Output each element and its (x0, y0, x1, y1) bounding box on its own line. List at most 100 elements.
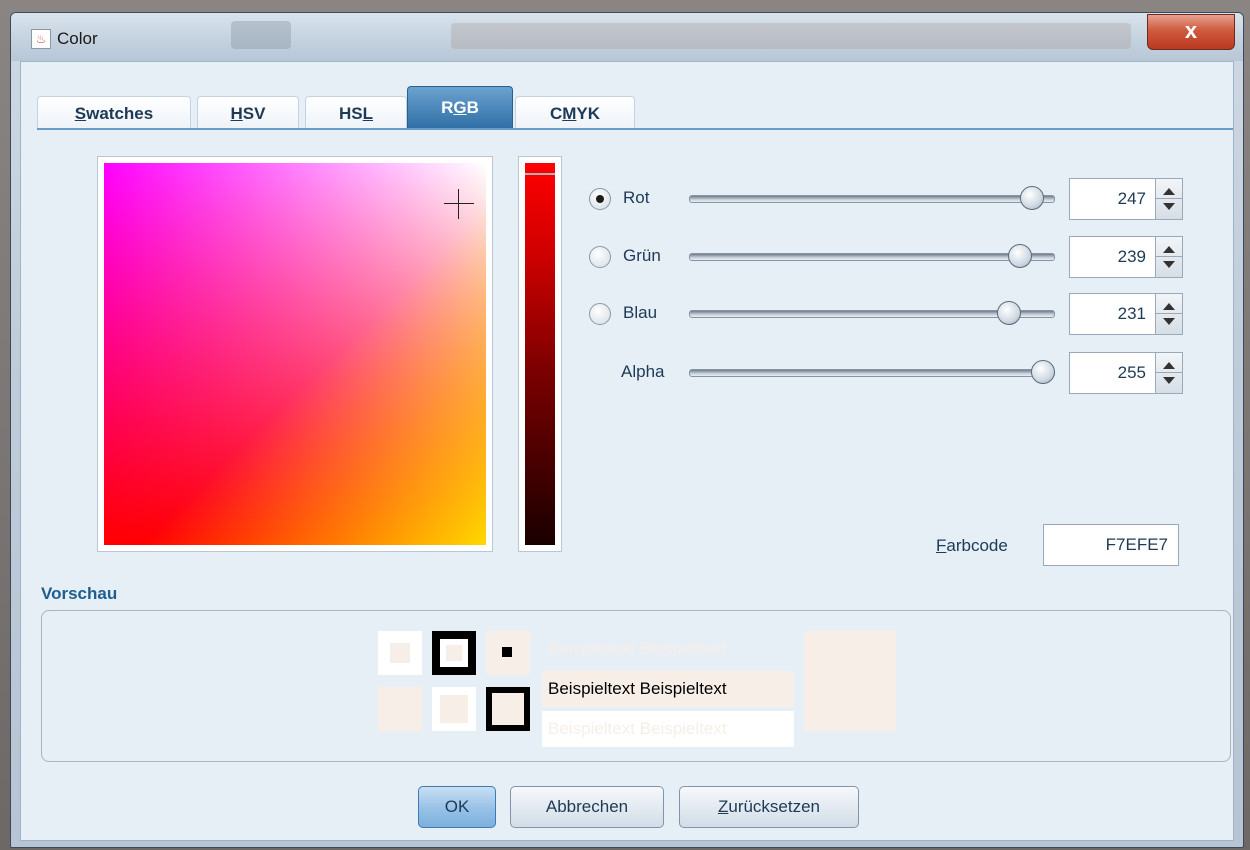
channel-bar-marker[interactable] (525, 173, 555, 175)
arrow-up-icon[interactable] (1163, 303, 1175, 310)
arrow-up-icon[interactable] (1163, 362, 1175, 369)
preview-title: Vorschau (41, 584, 118, 603)
preview-swatch (486, 631, 530, 675)
color-square-frame (97, 156, 493, 552)
tab-mnemonic: H (230, 104, 243, 123)
arrow-up-icon[interactable] (1163, 188, 1175, 195)
java-icon: ♨ (31, 29, 51, 49)
tab-hsv[interactable]: HSV (197, 96, 299, 129)
arrow-down-icon[interactable] (1163, 318, 1175, 325)
tab-mnemonic: L (362, 104, 373, 123)
channel-label: Grün (623, 246, 661, 265)
tab-label: HSV (230, 104, 266, 123)
tab-swatches[interactable]: Swatches (37, 96, 191, 129)
channel-spinner[interactable]: 231 (1069, 293, 1183, 335)
channel-value: 231 (1117, 304, 1146, 323)
channel-row-grün: Grün 239 (589, 236, 1189, 278)
tab-mnemonic: S (74, 104, 87, 123)
preview-swatch-ring (440, 639, 468, 667)
square-gradient-yellow (104, 163, 486, 545)
preview-swatch-dot (502, 647, 512, 657)
ok-button[interactable]: OK (418, 786, 496, 828)
color-dialog: ♨ Color x Swatches HSV HSL RGB CMYK Rot 2 (10, 12, 1244, 848)
arrow-down-icon[interactable] (1163, 377, 1175, 384)
preview-swatch-inner (440, 695, 468, 723)
tab-label: HSL (338, 104, 373, 123)
channel-label: Blau (623, 303, 658, 322)
channel-value: 239 (1117, 247, 1146, 266)
preview-swatch (432, 631, 476, 675)
arrow-down-icon[interactable] (1163, 261, 1175, 268)
channel-slider-knob[interactable] (1031, 360, 1055, 384)
tab-label: RGB (441, 98, 479, 117)
farbcode-field[interactable]: F7EFE7 (1043, 524, 1179, 566)
reset-mnemonic: Z (717, 797, 729, 816)
preview-text-sample: Beispieltext Beispieltext (542, 671, 794, 707)
channel-row-rot: Rot 247 (589, 178, 1189, 220)
channel-value: 255 (1117, 363, 1146, 382)
channel-spinner[interactable]: 239 (1069, 236, 1183, 278)
spinner-buttons[interactable] (1155, 353, 1182, 393)
preview-color-swatch (804, 631, 896, 731)
background-blur (231, 21, 291, 49)
preview-swatch (378, 687, 422, 731)
channel-slider-knob[interactable] (1008, 244, 1033, 268)
channel-spinner[interactable]: 247 (1069, 178, 1183, 220)
tab-divider (37, 128, 1233, 130)
farbcode-value: F7EFE7 (1105, 535, 1168, 554)
channel-value: 247 (1117, 189, 1146, 208)
crosshair-icon[interactable] (444, 189, 474, 219)
channel-slider-track[interactable] (689, 253, 1055, 261)
reset-button[interactable]: Zurücksetzen (679, 786, 859, 828)
channel-slider-track[interactable] (689, 195, 1055, 203)
tab-label: Swatches (74, 104, 154, 123)
title-bar[interactable]: ♨ Color x (11, 13, 1243, 61)
spinner-divider (1156, 313, 1182, 314)
close-button[interactable]: x (1147, 14, 1235, 50)
channel-row-alpha: Alpha 255 (589, 352, 1189, 394)
tab-cmyk[interactable]: CMYK (515, 96, 635, 129)
preview-text-sample: Beispieltext Beispieltext (542, 711, 794, 747)
channel-label: Rot (623, 188, 650, 207)
preview-swatch-inner (390, 643, 410, 663)
spinner-divider (1156, 198, 1182, 199)
tab-mnemonic: G (453, 98, 467, 117)
channel-slider-knob[interactable] (996, 301, 1021, 325)
arrow-down-icon[interactable] (1163, 203, 1175, 210)
color-square[interactable] (104, 163, 486, 545)
channel-radio[interactable] (589, 246, 611, 268)
reset-rest: urücksetzen (728, 797, 821, 816)
channel-bar[interactable] (525, 163, 555, 545)
background-blur (451, 23, 1131, 49)
preview-text-sample: Beispieltext Beispieltext (548, 639, 727, 658)
spinner-buttons[interactable] (1155, 237, 1182, 277)
preview-swatch-inner (492, 693, 524, 725)
channel-spinner[interactable]: 255 (1069, 352, 1183, 394)
chooser-panel: Swatches HSV HSL RGB CMYK Rot 247 Grün 239 B… (20, 61, 1234, 841)
spinner-divider (1156, 372, 1182, 373)
farbcode-rest: arbcode (946, 536, 1008, 555)
preview-swatch (378, 631, 422, 675)
arrow-up-icon[interactable] (1163, 246, 1175, 253)
window-title: Color (57, 29, 98, 48)
channel-row-blau: Blau 231 (589, 293, 1189, 335)
channel-slider-track[interactable] (689, 369, 1055, 377)
tab-rgb[interactable]: RGB (407, 86, 513, 129)
spinner-buttons[interactable] (1155, 179, 1182, 219)
preview-swatch-inner (446, 645, 462, 661)
farbcode-label: Farbcode (936, 536, 1008, 556)
channel-bar-frame (518, 156, 562, 552)
channel-radio[interactable] (589, 303, 611, 325)
channel-label: Alpha (621, 362, 665, 381)
channel-radio[interactable] (589, 188, 611, 210)
tab-label: CMYK (549, 104, 601, 123)
tab-hsl[interactable]: HSL (305, 96, 407, 129)
preview-panel: Beispieltext Beispieltext Beispieltext B… (41, 610, 1231, 762)
spinner-divider (1156, 256, 1182, 257)
farbcode-mnemonic: F (936, 536, 947, 555)
cancel-button[interactable]: Abbrechen (510, 786, 664, 828)
preview-swatch (486, 687, 530, 731)
channel-slider-knob[interactable] (1019, 186, 1044, 210)
spinner-buttons[interactable] (1155, 294, 1182, 334)
tab-mnemonic: M (562, 104, 577, 123)
